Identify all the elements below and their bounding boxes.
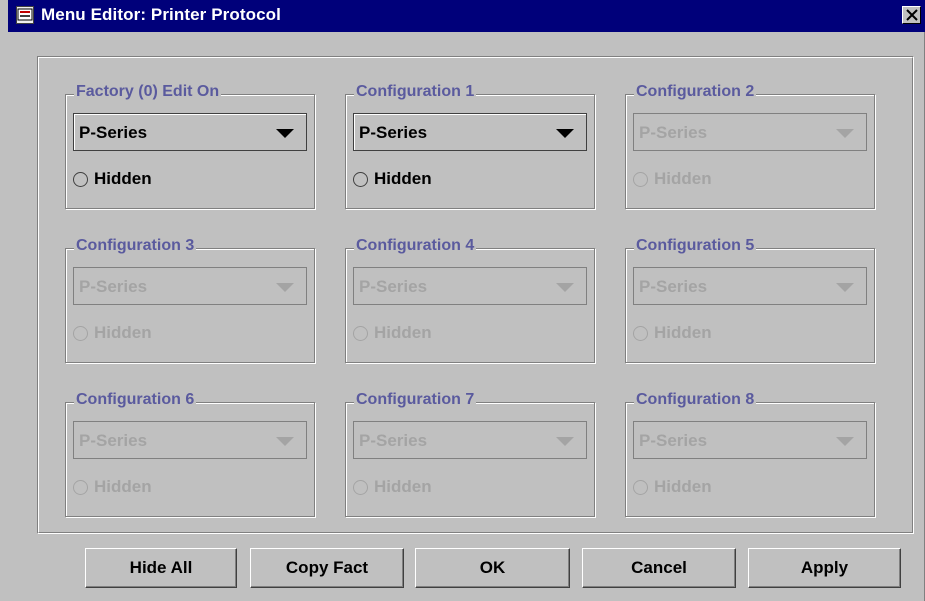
radio-label: Hidden — [654, 323, 712, 342]
radio-label: Hidden — [374, 169, 432, 188]
group-label: Factory (0) Edit On — [74, 83, 222, 101]
hidden-radio[interactable]: Hidden — [353, 477, 432, 497]
close-button[interactable] — [902, 6, 921, 24]
group-configuration-7: Configuration 7 P-Series Hidden — [345, 391, 595, 517]
select-value: P-Series — [639, 277, 708, 296]
hidden-radio[interactable]: Hidden — [353, 169, 432, 189]
app-window-icon[interactable] — [16, 6, 34, 24]
radio-button-icon[interactable] — [73, 171, 88, 187]
hidden-radio[interactable]: Hidden — [633, 169, 712, 189]
protocol-select[interactable]: P-Series — [73, 421, 307, 459]
chevron-down-icon — [556, 129, 574, 138]
group-configuration-5: Configuration 5 P-Series Hidden — [625, 237, 875, 363]
select-value: P-Series — [639, 123, 708, 142]
select-value: P-Series — [79, 123, 148, 142]
protocol-select[interactable]: P-Series — [633, 113, 867, 151]
group-label: Configuration 1 — [354, 83, 477, 101]
radio-label: Hidden — [94, 477, 152, 496]
protocol-select[interactable]: P-Series — [73, 267, 307, 305]
radio-button-icon[interactable] — [633, 171, 648, 187]
hidden-radio[interactable]: Hidden — [633, 323, 712, 343]
select-value: P-Series — [359, 431, 428, 450]
menu-editor-window: Menu Editor: Printer Protocol Factory (0… — [0, 0, 925, 601]
group-factory: Factory (0) Edit On P-Series Hidden — [65, 83, 315, 209]
protocol-select[interactable]: P-Series — [633, 421, 867, 459]
protocol-select[interactable]: P-Series — [353, 421, 587, 459]
hidden-radio[interactable]: Hidden — [73, 169, 152, 189]
copy-fact-button[interactable]: Copy Fact — [250, 548, 404, 588]
chevron-down-icon — [276, 437, 294, 446]
radio-button-icon[interactable] — [633, 325, 648, 341]
radio-button-icon[interactable] — [353, 479, 368, 495]
radio-label: Hidden — [654, 169, 712, 188]
radio-label: Hidden — [374, 477, 432, 496]
protocol-select[interactable]: P-Series — [353, 113, 587, 151]
group-configuration-4: Configuration 4 P-Series Hidden — [345, 237, 595, 363]
close-icon — [906, 9, 918, 21]
select-value: P-Series — [79, 277, 148, 296]
group-label: Configuration 4 — [354, 237, 477, 255]
chevron-down-icon — [276, 129, 294, 138]
chevron-down-icon — [836, 129, 854, 138]
title-bar[interactable]: Menu Editor: Printer Protocol — [8, 0, 925, 32]
cancel-button[interactable]: Cancel — [582, 548, 736, 588]
group-configuration-3: Configuration 3 P-Series Hidden — [65, 237, 315, 363]
group-configuration-2: Configuration 2 P-Series Hidden — [625, 83, 875, 209]
group-configuration-8: Configuration 8 P-Series Hidden — [625, 391, 875, 517]
protocol-select[interactable]: P-Series — [353, 267, 587, 305]
apply-button[interactable]: Apply — [748, 548, 901, 588]
radio-button-icon[interactable] — [73, 325, 88, 341]
radio-label: Hidden — [654, 477, 712, 496]
chevron-down-icon — [556, 437, 574, 446]
select-value: P-Series — [359, 123, 428, 142]
hidden-radio[interactable]: Hidden — [73, 323, 152, 343]
group-label: Configuration 7 — [354, 391, 477, 409]
select-value: P-Series — [639, 431, 708, 450]
radio-button-icon[interactable] — [353, 171, 368, 187]
select-value: P-Series — [79, 431, 148, 450]
group-configuration-6: Configuration 6 P-Series Hidden — [65, 391, 315, 517]
hide-all-button[interactable]: Hide All — [85, 548, 237, 588]
ok-button[interactable]: OK — [415, 548, 570, 588]
chevron-down-icon — [836, 437, 854, 446]
group-label: Configuration 2 — [634, 83, 757, 101]
protocol-select[interactable]: P-Series — [73, 113, 307, 151]
chevron-down-icon — [556, 283, 574, 292]
protocol-select[interactable]: P-Series — [633, 267, 867, 305]
group-configuration-1: Configuration 1 P-Series Hidden — [345, 83, 595, 209]
group-label: Configuration 6 — [74, 391, 197, 409]
group-label: Configuration 5 — [634, 237, 757, 255]
radio-button-icon[interactable] — [633, 479, 648, 495]
radio-label: Hidden — [374, 323, 432, 342]
hidden-radio[interactable]: Hidden — [633, 477, 712, 497]
chevron-down-icon — [836, 283, 854, 292]
group-label: Configuration 8 — [634, 391, 757, 409]
group-label: Configuration 3 — [74, 237, 197, 255]
radio-label: Hidden — [94, 169, 152, 188]
window-title: Menu Editor: Printer Protocol — [41, 5, 281, 24]
radio-label: Hidden — [94, 323, 152, 342]
hidden-radio[interactable]: Hidden — [353, 323, 432, 343]
hidden-radio[interactable]: Hidden — [73, 477, 152, 497]
chevron-down-icon — [276, 283, 294, 292]
radio-button-icon[interactable] — [353, 325, 368, 341]
radio-button-icon[interactable] — [73, 479, 88, 495]
select-value: P-Series — [359, 277, 428, 296]
